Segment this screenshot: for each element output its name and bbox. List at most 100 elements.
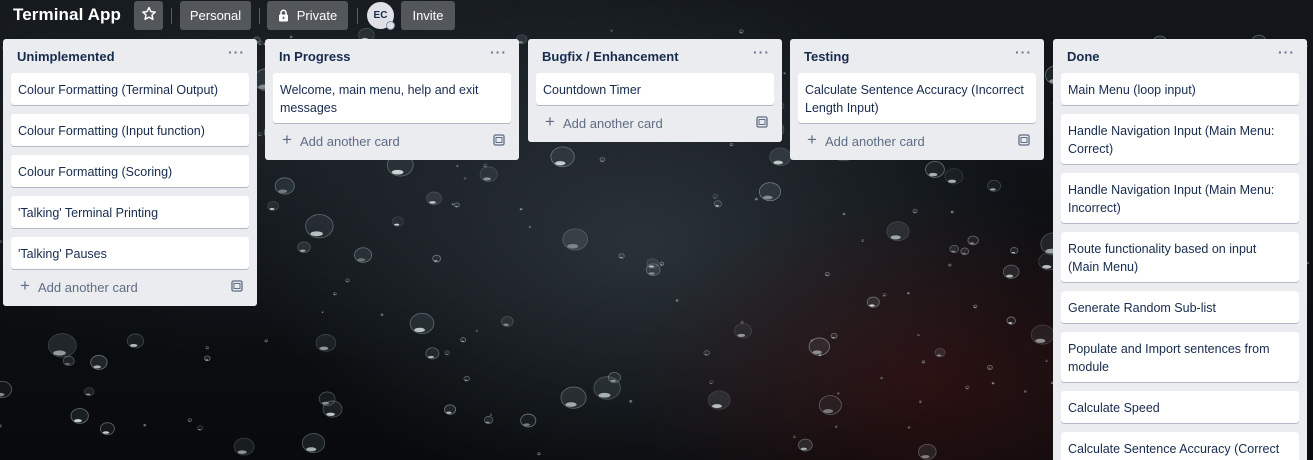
raindrop — [880, 376, 883, 380]
raindrop — [305, 214, 334, 239]
raindrop — [948, 263, 952, 267]
raindrop — [707, 390, 731, 410]
card-template-icon[interactable] — [1018, 134, 1030, 149]
raindrop — [842, 212, 846, 216]
list-unimplemented: Unimplemented ··· Colour Formatting (Ter… — [3, 39, 257, 306]
raindrop — [519, 207, 523, 211]
admin-badge-icon — [386, 21, 395, 30]
list-title[interactable]: In Progress — [279, 49, 351, 64]
raindrop — [818, 395, 842, 415]
card-template-icon[interactable] — [493, 134, 505, 149]
raindrop — [944, 168, 964, 185]
more-icon[interactable]: ··· — [228, 44, 245, 60]
raindrop — [426, 191, 443, 206]
card-template-icon[interactable] — [756, 116, 768, 131]
board-title[interactable]: Terminal App — [13, 5, 121, 25]
raindrop — [708, 379, 714, 385]
raindrop — [345, 278, 350, 283]
invite-button[interactable]: Invite — [401, 1, 455, 30]
raindrop — [919, 400, 922, 403]
plus-icon: + — [20, 276, 30, 295]
raindrop — [409, 312, 435, 334]
card[interactable]: Calculate Sentence Accuracy (Incorrect L… — [798, 73, 1036, 123]
raindrop — [321, 310, 325, 314]
card[interactable]: Generate Random Sub-list — [1061, 291, 1299, 323]
raindrop — [810, 339, 814, 342]
list-testing: Testing ··· Calculate Sentence Accuracy … — [790, 39, 1044, 160]
team-visibility-button[interactable]: Personal — [180, 1, 251, 30]
raindrop — [318, 391, 336, 406]
card-list: Main Menu (loop input) Handle Navigation… — [1053, 73, 1307, 460]
more-icon[interactable]: ··· — [1015, 44, 1032, 60]
raindrop — [562, 228, 588, 251]
card[interactable]: Handle Navigation Input (Main Menu: Inco… — [1061, 173, 1299, 223]
raindrop — [646, 258, 659, 269]
card[interactable]: Main Menu (loop input) — [1061, 73, 1299, 105]
raindrop — [918, 443, 937, 460]
raindrop — [675, 299, 679, 302]
more-icon[interactable]: ··· — [753, 44, 770, 60]
list-title[interactable]: Testing — [804, 49, 849, 64]
list-title[interactable]: Bugfix / Enhancement — [542, 49, 679, 64]
raindrop — [824, 271, 830, 277]
member-avatar[interactable]: EC — [367, 2, 395, 30]
raindrop — [740, 320, 744, 324]
raindrop — [126, 333, 144, 349]
raindrop — [453, 202, 460, 208]
raindrop — [1030, 324, 1055, 345]
card[interactable]: Route functionality based on input (Main… — [1061, 232, 1299, 282]
list-title[interactable]: Unimplemented — [17, 49, 115, 64]
add-card-button[interactable]: + Add another card — [3, 272, 257, 306]
raindrop — [520, 413, 537, 428]
card[interactable]: Colour Formatting (Input function) — [11, 114, 249, 146]
raindrop — [62, 355, 75, 366]
card[interactable]: Welcome, main menu, help and exit messag… — [273, 73, 511, 123]
card-template-icon[interactable] — [231, 280, 243, 295]
raindrop — [560, 386, 587, 409]
add-card-button[interactable]: + Add another card — [265, 126, 519, 160]
card[interactable]: Colour Formatting (Terminal Output) — [11, 73, 249, 105]
add-card-button[interactable]: + Add another card — [528, 108, 782, 142]
card-list: Countdown Timer — [528, 73, 782, 105]
raindrop — [798, 438, 813, 452]
card[interactable]: 'Talking' Pauses — [11, 237, 249, 269]
card[interactable]: Handle Navigation Input (Main Menu: Corr… — [1061, 114, 1299, 164]
raindrop — [205, 346, 210, 350]
raindrop — [1023, 390, 1027, 393]
more-icon[interactable]: ··· — [1278, 44, 1295, 60]
raindrop — [907, 291, 910, 295]
raindrop — [528, 225, 532, 228]
list-header: Done ··· — [1053, 39, 1307, 73]
card[interactable]: Populate and Import sentences from modul… — [1061, 332, 1299, 382]
raindrop — [463, 375, 470, 382]
raindrop — [391, 216, 404, 227]
raindrop — [233, 437, 255, 456]
add-card-button[interactable]: + Add another card — [790, 126, 1044, 160]
raindrop — [70, 408, 89, 424]
raindrop — [83, 387, 95, 397]
card[interactable]: Calculate Speed — [1061, 391, 1299, 423]
raindrop — [907, 426, 911, 429]
privacy-button[interactable]: Private — [267, 1, 348, 30]
card[interactable]: Colour Formatting (Scoring) — [11, 155, 249, 187]
card[interactable]: Countdown Timer — [536, 73, 774, 105]
privacy-label: Private — [296, 8, 338, 23]
card[interactable]: Calculate Sentence Accuracy (Correct Len… — [1061, 432, 1299, 460]
raindrop — [599, 157, 606, 163]
raindrop — [792, 435, 796, 439]
raindrop — [950, 210, 954, 214]
raindrop — [354, 247, 373, 263]
star-button[interactable] — [134, 1, 163, 30]
raindrop — [1006, 316, 1016, 325]
raindrop — [703, 350, 710, 356]
team-visibility-label: Personal — [189, 8, 242, 23]
list-title[interactable]: Done — [1067, 49, 1100, 64]
raindrop — [783, 71, 786, 75]
raindrop — [949, 244, 960, 254]
raindrop — [629, 399, 633, 403]
raindrop — [834, 425, 838, 428]
raindrop — [501, 316, 514, 327]
more-icon[interactable]: ··· — [490, 44, 507, 60]
avatar-initials: EC — [373, 10, 388, 21]
card[interactable]: 'Talking' Terminal Printing — [11, 196, 249, 228]
